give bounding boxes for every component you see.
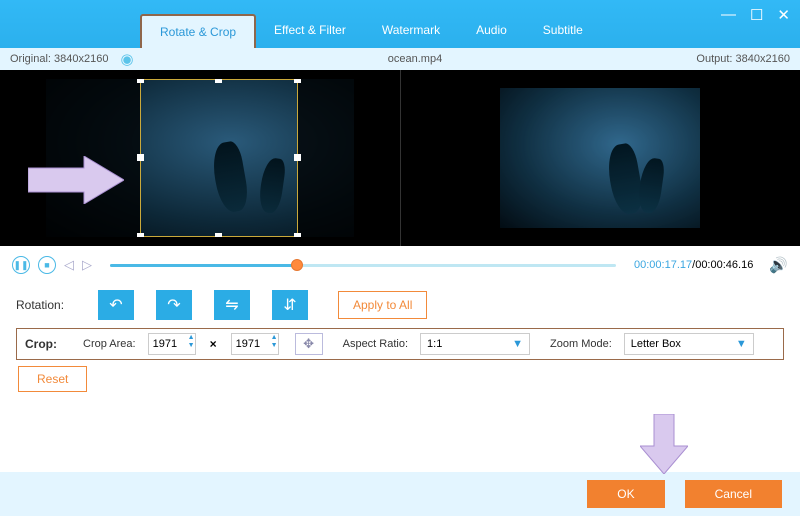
chevron-down-icon: ▼ [736,338,747,350]
timeline-thumb[interactable] [291,259,303,271]
aspect-ratio-label: Aspect Ratio: [343,338,408,350]
chevron-down-icon: ▼ [512,338,523,350]
crop-label: Crop: [25,337,63,351]
output-preview [401,70,800,246]
crop-handle[interactable] [137,154,144,161]
crop-handle[interactable] [137,79,144,83]
prev-frame-icon[interactable]: ◁ [64,257,74,273]
title-bar: — ☐ ✕ Rotate & Crop Effect & Filter Wate… [0,0,800,48]
rotate-left-button[interactable]: ↶ [98,290,134,320]
aspect-ratio-dropdown[interactable]: 1:1▼ [420,333,530,355]
cancel-button[interactable]: Cancel [685,480,782,508]
crop-handle[interactable] [215,79,222,83]
playback-controls: ❚❚ ■ ◁ ▷ 00:00:17.17/00:00:46.16 🔊 [0,250,800,280]
tab-audio[interactable]: Audio [458,14,525,48]
width-spinner[interactable]: ▲▼ [188,334,195,350]
tab-rotate-crop[interactable]: Rotate & Crop [140,14,256,48]
tab-subtitle[interactable]: Subtitle [525,14,601,48]
volume-icon[interactable]: 🔊 [769,256,788,274]
eye-icon[interactable]: ◉ [120,50,133,68]
rotation-label: Rotation: [16,298,86,312]
crop-handle[interactable] [294,154,301,161]
reset-button[interactable]: Reset [18,366,87,392]
minimize-icon[interactable]: — [721,6,736,24]
zoom-mode-dropdown[interactable]: Letter Box▼ [624,333,754,355]
height-spinner[interactable]: ▲▼ [271,334,278,350]
rotation-row: Rotation: ↶ ↷ ⇋ ⇵ Apply to All [16,290,784,320]
maximize-icon[interactable]: ☐ [750,6,763,24]
timeline-slider[interactable] [110,264,616,267]
tab-watermark[interactable]: Watermark [364,14,458,48]
crop-selection[interactable] [140,79,298,237]
position-picker[interactable]: ✥ [295,333,323,355]
rotate-right-button[interactable]: ↷ [156,290,192,320]
time-display: 00:00:17.17/00:00:46.16 [634,259,753,271]
crop-handle[interactable] [294,233,301,237]
bottom-bar: OK Cancel [0,472,800,516]
total-time: /00:00:46.16 [692,259,753,271]
close-icon[interactable]: ✕ [777,6,790,24]
pause-icon[interactable]: ❚❚ [12,256,30,274]
file-name: ocean.mp4 [388,53,442,65]
info-bar: Original: 3840x2160 ◉ ocean.mp4 Output: … [0,48,800,70]
current-time: 00:00:17.17 [634,259,692,271]
output-video-frame [500,88,700,228]
output-resolution: Output: 3840x2160 [696,53,790,65]
dimension-separator: × [210,337,217,351]
zoom-mode-label: Zoom Mode: [550,338,612,350]
crop-area-label: Crop Area: [83,338,136,350]
tab-bar: Rotate & Crop Effect & Filter Watermark … [140,14,601,48]
stop-icon[interactable]: ■ [38,256,56,274]
flip-vertical-button[interactable]: ⇵ [272,290,308,320]
annotation-arrow-down [640,414,688,474]
crop-handle[interactable] [294,79,301,83]
apply-to-all-button[interactable]: Apply to All [338,291,427,319]
annotation-arrow-right [28,156,124,204]
tab-effect-filter[interactable]: Effect & Filter [256,14,364,48]
flip-horizontal-button[interactable]: ⇋ [214,290,250,320]
crop-handle[interactable] [215,233,222,237]
ok-button[interactable]: OK [587,480,664,508]
original-resolution: Original: 3840x2160 [10,53,108,65]
next-frame-icon[interactable]: ▷ [82,257,92,273]
crop-row: Crop: Crop Area: ▲▼ × ▲▼ ✥ Aspect Ratio:… [16,328,784,360]
crop-handle[interactable] [137,233,144,237]
